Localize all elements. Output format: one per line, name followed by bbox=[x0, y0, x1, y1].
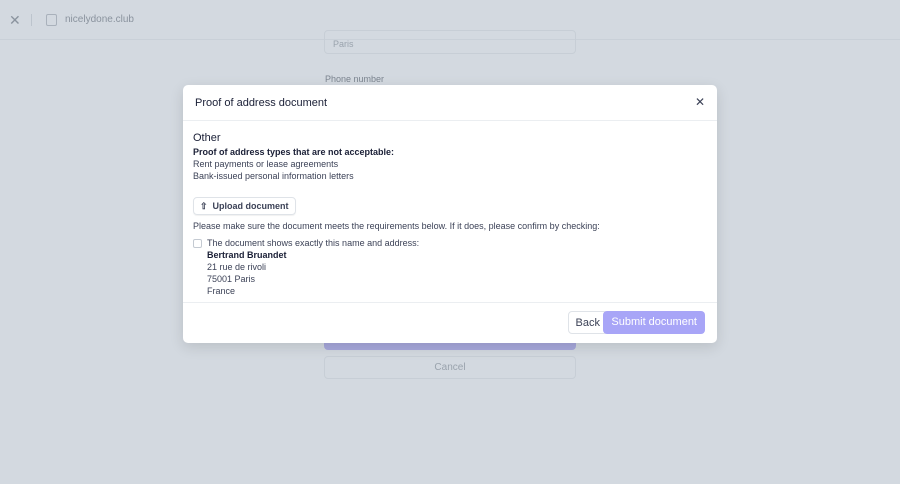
confirm-checkbox-row[interactable]: The document shows exactly this name and… bbox=[193, 237, 707, 297]
not-acceptable-item: Bank-issued personal information letters bbox=[193, 171, 354, 181]
phone-label: Phone number bbox=[325, 74, 385, 84]
checkbox-label: The document shows exactly this name and… bbox=[207, 238, 420, 248]
close-modal-icon[interactable]: ✕ bbox=[695, 95, 705, 109]
upload-document-button[interactable]: ⇧ Upload document bbox=[193, 197, 296, 215]
back-button[interactable]: Back bbox=[567, 311, 608, 334]
section-title: Other bbox=[193, 132, 221, 144]
address-name: Bertrand Bruandet bbox=[207, 250, 287, 260]
address-line: France bbox=[207, 286, 236, 296]
proof-of-address-modal: Proof of address document ✕ Other Proof … bbox=[183, 85, 717, 343]
modal-footer: Back Submit document bbox=[183, 302, 717, 343]
site-icon bbox=[46, 14, 57, 26]
requirements-text: Please make sure the document meets the … bbox=[193, 221, 600, 231]
cancel-button[interactable]: Cancel bbox=[324, 356, 576, 379]
submit-document-button[interactable]: Submit document bbox=[603, 311, 705, 334]
upload-label: Upload document bbox=[212, 201, 289, 211]
not-acceptable-item: Rent payments or lease agreements bbox=[193, 159, 339, 169]
confirm-checkbox[interactable] bbox=[193, 239, 202, 248]
divider bbox=[31, 14, 32, 26]
address-line: 75001 Paris bbox=[207, 274, 256, 284]
not-acceptable-heading: Proof of address types that are not acce… bbox=[193, 147, 395, 157]
site-name: nicelydone.club bbox=[65, 14, 134, 25]
close-icon[interactable]: ✕ bbox=[9, 12, 21, 29]
upload-icon: ⇧ bbox=[200, 201, 208, 211]
city-input[interactable]: Paris bbox=[324, 30, 576, 54]
modal-title: Proof of address document bbox=[195, 97, 328, 109]
address-line: 21 rue de rivoli bbox=[207, 262, 267, 272]
modal-body: Other Proof of address types that are no… bbox=[183, 121, 717, 297]
modal-header: Proof of address document ✕ bbox=[183, 85, 717, 121]
